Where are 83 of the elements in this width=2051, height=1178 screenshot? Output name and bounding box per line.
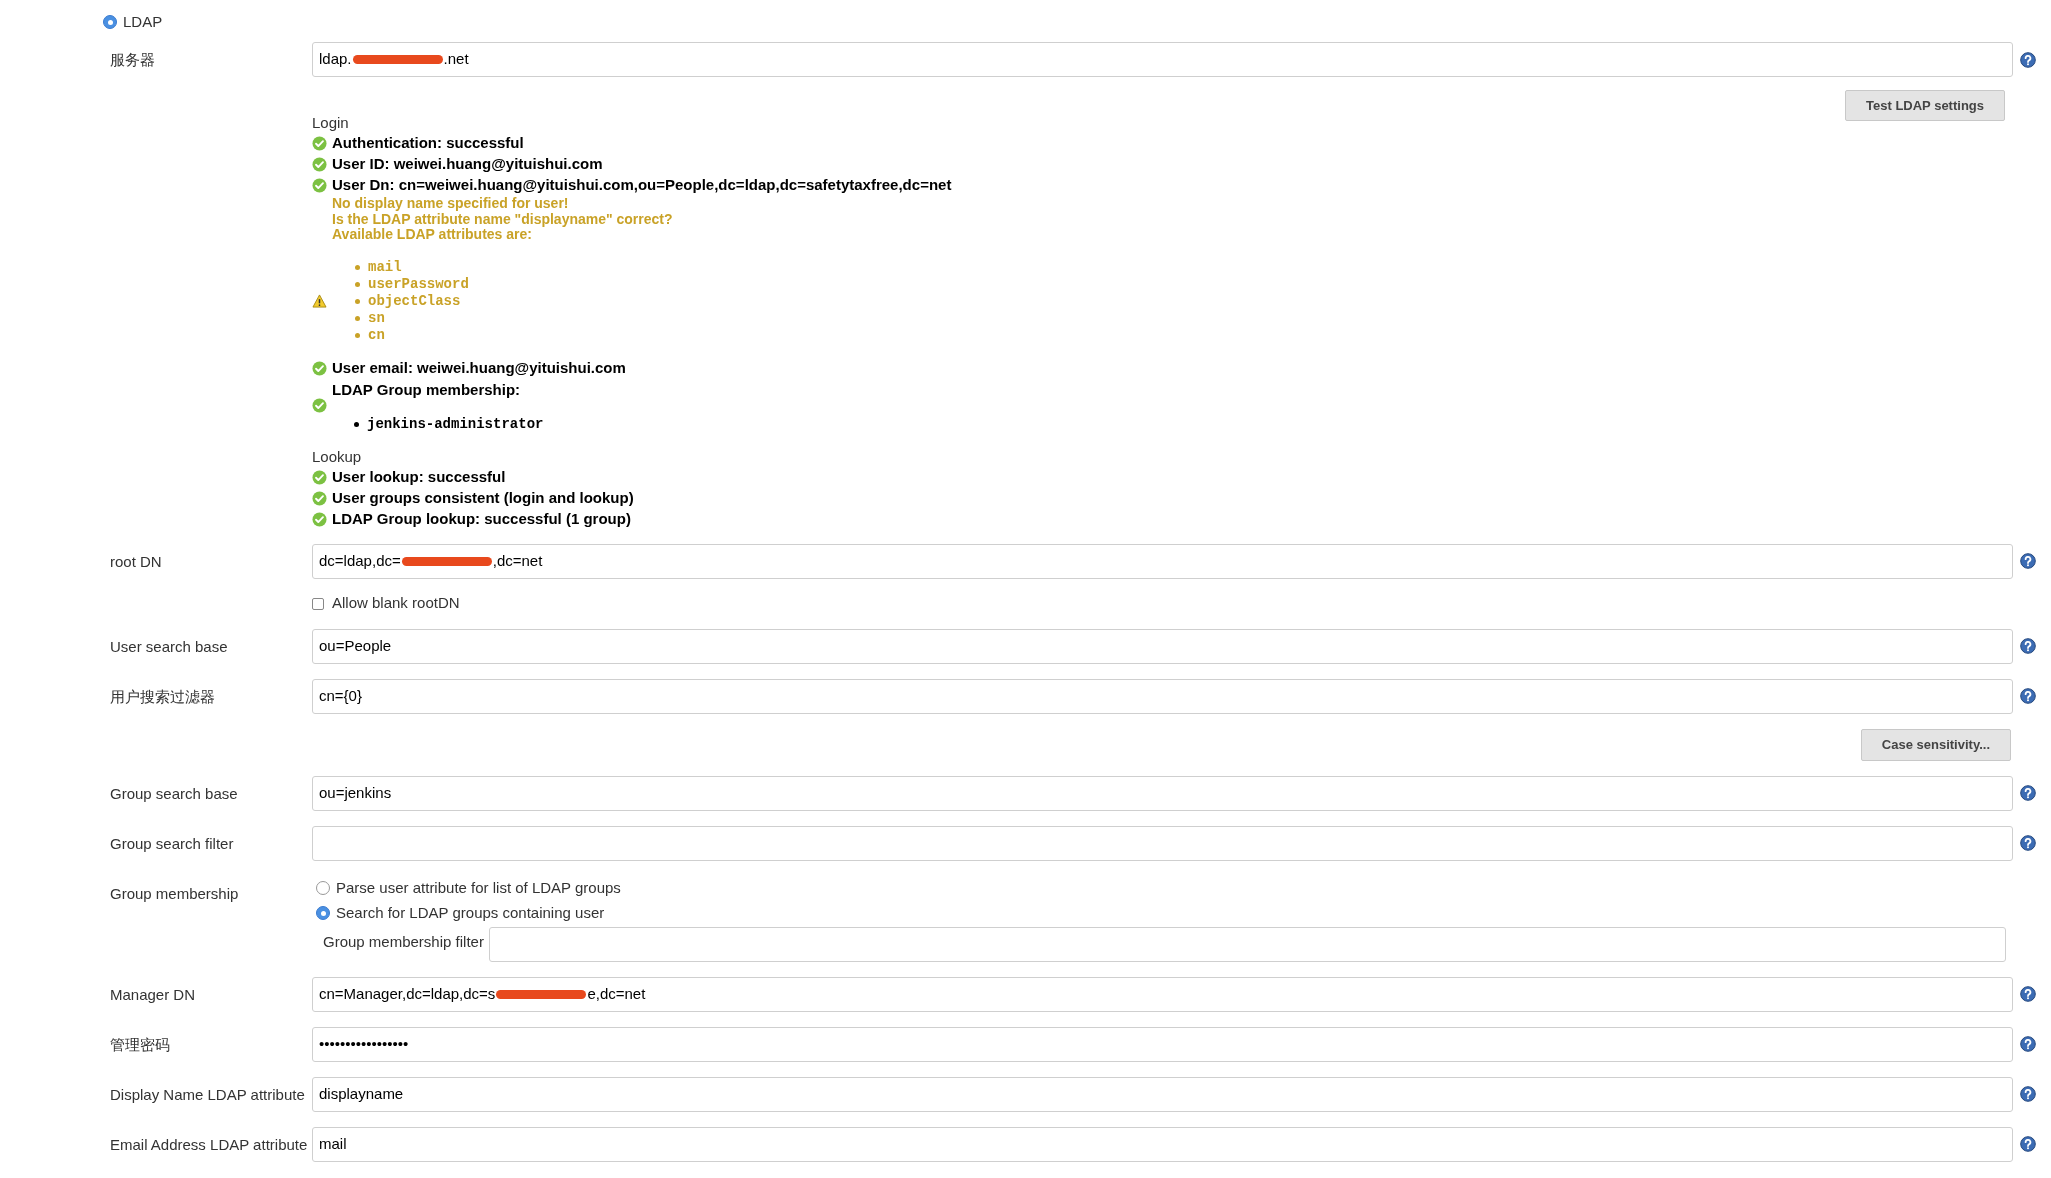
- warning-icon: [312, 294, 327, 308]
- text-field[interactable]: ldap. .net: [312, 42, 2013, 77]
- attribute-name: sn: [368, 308, 385, 328]
- field-value: .net: [443, 49, 469, 70]
- radio-label: LDAP: [123, 11, 163, 32]
- text-field[interactable]: [488, 926, 2006, 962]
- group-name: jenkins-administrator: [367, 414, 544, 434]
- attribute-name: cn: [368, 325, 385, 345]
- bullet-icon: [355, 332, 360, 338]
- help-icon[interactable]: [2020, 785, 2036, 801]
- text-field[interactable]: dc=ldap,dc= ,dc=net: [312, 543, 2013, 579]
- result-text: User Dn: cn=weiwei.huang@yituishui.com,ou=People,dc=ldap,dc=safetytaxfree,dc=net: [332, 175, 952, 196]
- help-icon[interactable]: [2020, 51, 2036, 68]
- text-field[interactable]: cn={0}: [312, 678, 2013, 714]
- result-text: Authentication: successful: [332, 133, 524, 154]
- warning-text: Available LDAP attributes are:: [332, 227, 532, 243]
- help-icon[interactable]: [2020, 986, 2036, 1002]
- help-icon[interactable]: [2020, 1136, 2036, 1152]
- field-label: 服务器: [110, 51, 155, 68]
- field-label: Group search filter: [110, 834, 234, 852]
- field-label: Group search base: [110, 784, 238, 802]
- text-field[interactable]: [312, 825, 2013, 861]
- field-label: Email Address LDAP attribute: [110, 1135, 308, 1153]
- help-icon[interactable]: [2020, 835, 2036, 851]
- radio-button[interactable]: [316, 881, 330, 895]
- field-label: Group membership: [110, 884, 239, 902]
- text-field[interactable]: ou=jenkins: [312, 775, 2013, 811]
- radio-button[interactable]: [103, 15, 117, 29]
- result-text: User ID: weiwei.huang@yituishui.com: [332, 154, 603, 175]
- bullet-icon: [354, 421, 359, 427]
- checkbox[interactable]: [312, 597, 324, 610]
- bullet-icon: [355, 281, 360, 287]
- result-text: LDAP Group membership:: [332, 379, 521, 400]
- result-text: User groups consistent (login and lookup): [332, 487, 634, 508]
- section-title: Lookup: [312, 446, 362, 467]
- field-label: 用户搜索过滤器: [110, 687, 215, 705]
- field-value: ldap.: [319, 49, 352, 70]
- field-label: Group membership filter: [323, 931, 485, 952]
- text-field[interactable]: ou=People: [312, 628, 2013, 664]
- field-label: 管理密码: [110, 1035, 170, 1053]
- check-icon: [312, 178, 327, 193]
- check-icon: [312, 490, 327, 506]
- radio-label: Parse user attribute for list of LDAP groups: [336, 877, 621, 898]
- check-icon: [312, 157, 327, 172]
- check-icon: [312, 360, 327, 376]
- field-value: cn=Manager,dc=ldap,dc=s: [319, 983, 496, 1004]
- result-text: User email: weiwei.huang@yituishui.com: [332, 357, 626, 378]
- bullet-icon: [355, 298, 360, 304]
- field-label: Manager DN: [110, 985, 196, 1003]
- field-label: Display Name LDAP attribute: [110, 1085, 305, 1103]
- attribute-name: userPassword: [368, 274, 469, 294]
- check-icon: [312, 136, 327, 151]
- warning-text: No display name specified for user!: [332, 196, 569, 212]
- field-value: e,dc=net: [587, 983, 646, 1004]
- help-icon[interactable]: [2020, 1086, 2036, 1102]
- check-icon: [312, 469, 327, 485]
- case-sensitivity-button[interactable]: Case sensitivity...: [1860, 728, 2011, 761]
- result-text: User lookup: successful: [332, 466, 506, 487]
- attribute-name: objectClass: [368, 291, 461, 311]
- text-field[interactable]: cn=Manager,dc=ldap,dc=s e,dc=net: [312, 976, 2013, 1012]
- section-title: Login: [312, 113, 349, 133]
- text-field[interactable]: mail: [312, 1126, 2013, 1162]
- checkbox-label: Allow blank rootDN: [332, 593, 460, 614]
- field-label: root DN: [110, 552, 162, 570]
- bullet-icon: [355, 315, 360, 321]
- text-field[interactable]: displayname: [312, 1076, 2013, 1112]
- help-icon[interactable]: [2020, 1036, 2036, 1052]
- result-text: LDAP Group lookup: successful (1 group): [332, 508, 631, 529]
- text-field[interactable]: •••••••••••••••••: [312, 1026, 2013, 1062]
- check-icon: [312, 511, 327, 527]
- field-label: User search base: [110, 637, 228, 655]
- field-value: dc=ldap,dc=: [319, 550, 401, 571]
- radio-label: Search for LDAP groups containing user: [336, 902, 605, 923]
- attribute-name: mail: [368, 257, 402, 277]
- check-icon: [312, 398, 327, 413]
- bullet-icon: [355, 264, 360, 270]
- test-ldap-button[interactable]: Test LDAP settings: [1845, 90, 2005, 121]
- warning-text: Is the LDAP attribute name "displayname" correct?: [332, 211, 673, 227]
- field-value: ,dc=net: [492, 550, 543, 571]
- help-icon[interactable]: [2020, 688, 2036, 704]
- help-icon[interactable]: [2020, 553, 2036, 569]
- help-icon[interactable]: [2020, 638, 2036, 654]
- radio-button[interactable]: [316, 906, 330, 920]
